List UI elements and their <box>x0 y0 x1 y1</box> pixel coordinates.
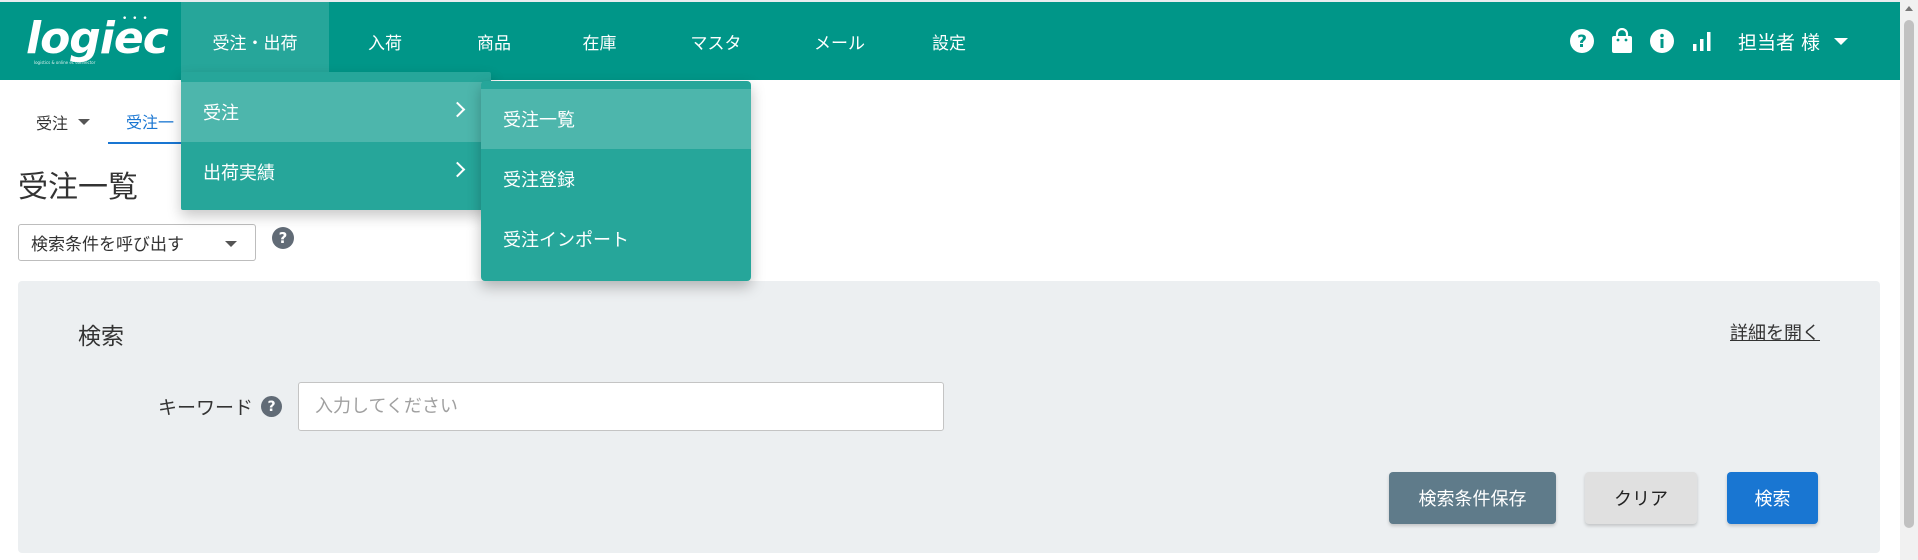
saved-search-label: 検索条件を呼び出す <box>31 235 184 255</box>
nav-item-settings[interactable]: 設定 <box>899 2 999 80</box>
search-panel: 検索 詳細を開く キーワード ? 検索条件保存 クリア 検索 <box>18 281 1880 553</box>
chevron-down-icon <box>225 241 237 247</box>
help-icon[interactable]: ? <box>272 227 294 249</box>
scrollbar-thumb[interactable] <box>1904 20 1914 528</box>
svg-text:?: ? <box>1577 32 1587 52</box>
tab-label: 受注 <box>36 114 69 133</box>
nav-item-mail[interactable]: メール <box>780 2 899 80</box>
tab-orders-dropdown[interactable]: 受注 <box>18 100 108 144</box>
menu-item-orders[interactable]: 受注 <box>181 82 491 142</box>
top-navigation-bar: • • • logiec logistics & online ec conne… <box>0 0 1900 80</box>
page-title: 受注一覧 <box>18 170 138 205</box>
help-icon[interactable]: ? <box>1562 21 1602 61</box>
info-icon[interactable] <box>1642 21 1682 61</box>
menu-item-label: 受注 <box>203 103 239 124</box>
shopping-bag-icon[interactable] <box>1602 21 1642 61</box>
clear-button[interactable]: クリア <box>1585 472 1697 524</box>
keyword-input[interactable] <box>298 382 944 431</box>
nav-item-inventory[interactable]: 在庫 <box>547 2 652 80</box>
chevron-right-icon <box>449 101 466 118</box>
nav-item-master[interactable]: マスタ <box>652 2 780 80</box>
user-name: 担当者 様 <box>1737 31 1820 54</box>
nav-item-receiving[interactable]: 入荷 <box>329 2 441 80</box>
main-nav: 受注・出荷 入荷 商品 在庫 マスタ メール 設定 <box>181 2 999 80</box>
orders-submenu: 受注一覧 受注登録 受注インポート <box>481 81 751 281</box>
orders-dropdown-menu: 受注 出荷実績 <box>181 72 491 210</box>
user-menu[interactable]: 担当者 様 <box>1738 28 1848 55</box>
keyword-label: キーワード ? <box>158 393 283 420</box>
scroll-up-arrow-icon[interactable] <box>1905 6 1913 11</box>
sub-tab-bar: 受注 受注一 <box>18 100 193 144</box>
tab-order-list[interactable]: 受注一 <box>108 100 193 144</box>
chevron-right-icon <box>449 161 466 178</box>
tab-label: 受注一 <box>126 113 175 132</box>
save-search-conditions-button[interactable]: 検索条件保存 <box>1389 472 1556 524</box>
bar-chart-icon[interactable] <box>1682 21 1722 61</box>
menu-item-shipping-results[interactable]: 出荷実績 <box>181 142 491 202</box>
logiec-logo[interactable]: • • • logiec logistics & online ec conne… <box>26 13 169 70</box>
menu-item-order-import[interactable]: 受注インポート <box>481 209 751 269</box>
open-details-link[interactable]: 詳細を開く <box>1730 319 1820 345</box>
nav-item-products[interactable]: 商品 <box>441 2 547 80</box>
search-button[interactable]: 検索 <box>1727 472 1818 524</box>
chevron-down-icon <box>78 119 91 125</box>
menu-item-label: 出荷実績 <box>203 163 275 184</box>
header-icon-group: ? 担当者 様 <box>1562 2 1900 80</box>
menu-item-order-list[interactable]: 受注一覧 <box>481 89 751 149</box>
page: • • • logiec logistics & online ec conne… <box>0 0 1918 560</box>
help-icon[interactable]: ? <box>261 396 283 417</box>
menu-item-order-registration[interactable]: 受注登録 <box>481 149 751 209</box>
search-panel-title: 検索 <box>78 324 124 350</box>
nav-item-orders-shipping[interactable]: 受注・出荷 <box>181 2 329 80</box>
keyword-label-text: キーワード <box>158 397 254 419</box>
page-scrollbar[interactable] <box>1900 0 1918 560</box>
chevron-down-icon <box>1834 37 1848 45</box>
logo-wordmark: logiec <box>26 13 169 64</box>
saved-search-select[interactable]: 検索条件を呼び出す <box>18 224 256 261</box>
logo-tagline: logistics & online ec connector <box>34 60 96 65</box>
